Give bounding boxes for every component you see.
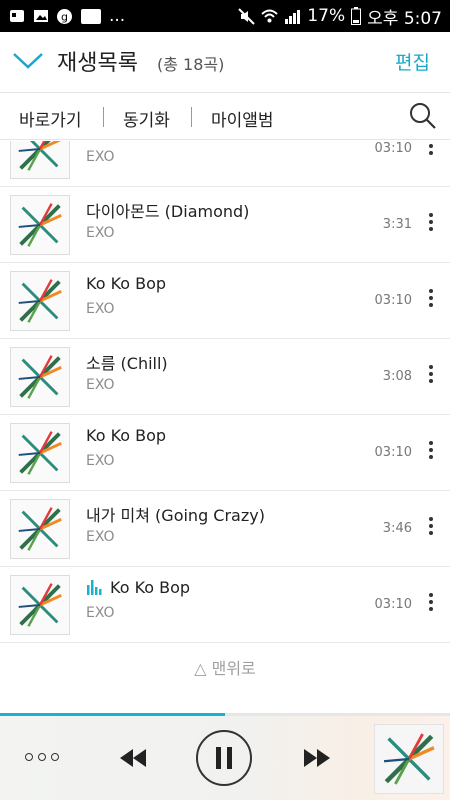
track-artist: EXO [86,301,115,317]
track-duration: 03:10 [374,293,412,308]
wifi-icon [261,8,279,25]
track-duration: 3:31 [382,217,412,232]
mute-icon [238,7,256,25]
track-count: (총 18곡) [157,55,225,74]
track-more-icon[interactable] [427,363,435,387]
album-art-thumbnail [10,575,70,635]
track-more-icon[interactable] [427,591,435,615]
tab-bar: 바로가기 동기화 마이앨범 [0,92,450,140]
previous-icon[interactable] [119,749,147,771]
signal-icon [284,8,301,25]
track-artist: EXO [86,377,115,393]
track-artist: EXO [86,605,115,621]
track-list: Ko Ko Bop EXO 03:10 다이아몬드 (Diamond) EXO 3:31 K… [0,141,450,710]
edit-button[interactable]: 편집 [395,48,430,75]
track-artist: EXO [86,453,115,469]
notification-icon [80,8,102,25]
track-more-icon[interactable] [427,439,435,463]
track-title-text: 다이아몬드 (Diamond) [86,202,250,221]
mini-player [0,716,450,800]
track-more-icon[interactable] [427,141,435,159]
now-playing-album-art[interactable] [374,724,444,794]
track-title: Ko Ko Bop [86,274,166,293]
now-playing-equalizer-icon [87,580,102,595]
track-duration: 03:10 [374,597,412,612]
scroll-to-top-button[interactable]: △ 맨위로 [0,655,450,679]
track-row[interactable]: Ko Ko BopEXO03:10 [0,141,450,187]
g-app-icon: g [56,8,73,25]
photo-icon [8,8,25,25]
tab-my-album[interactable]: 마이앨범 [211,106,274,131]
track-duration: 3:08 [382,369,412,384]
album-art-thumbnail [10,499,70,559]
battery-percent: 17% [307,6,346,26]
track-artist: EXO [86,225,115,241]
tab-divider [191,107,192,127]
track-row[interactable]: 다이아몬드 (Diamond) EXO 3:31 [0,187,450,263]
track-title: Ko Ko Bop [86,578,190,597]
track-title-text: Ko Ko Bop [110,578,191,597]
track-row[interactable]: Ko Ko Bop EXO 03:10 [0,263,450,339]
track-title: 내가 미쳐 (Going Crazy) [86,502,265,526]
album-art-thumbnail [10,195,70,255]
tab-shortcut[interactable]: 바로가기 [19,106,82,131]
clock: 오후 5:07 [367,8,442,29]
collapse-chevron-icon[interactable] [12,50,44,72]
tab-sync[interactable]: 동기화 [123,106,170,131]
track-duration: 03:10 [374,141,412,156]
search-icon[interactable] [408,101,438,131]
track-artist: EXO [86,149,115,165]
track-title-text: Ko Ko Bop [86,274,167,293]
track-more-icon[interactable] [427,211,435,235]
track-title: 소름 (Chill) [86,350,168,374]
page-title: 재생목록 [57,51,138,76]
pause-button[interactable] [196,730,252,786]
track-duration: 03:10 [374,445,412,460]
tab-divider [103,107,104,127]
more-notifications: ... [109,6,126,26]
track-more-icon[interactable] [427,515,435,539]
album-art-thumbnail [10,423,70,483]
track-title: 다이아몬드 (Diamond) [86,198,249,222]
status-bar: g ... 17% 오후 5:07 [0,0,450,32]
album-art-thumbnail [10,271,70,331]
track-title-text: 내가 미쳐 (Going Crazy) [86,506,265,525]
playlist-header: 재생목록 (총 18곡) 편집 [0,32,450,92]
player-more-icon[interactable] [25,753,59,761]
track-title: Ko Ko Bop [86,426,166,445]
svg-text:g: g [61,10,68,23]
next-icon[interactable] [303,749,331,771]
track-row[interactable]: Ko Ko Bop EXO 03:10 [0,567,450,643]
track-title-text: 소름 (Chill) [86,354,168,373]
track-title-text: Ko Ko Bop [86,426,167,445]
track-row[interactable]: Ko Ko Bop EXO 03:10 [0,415,450,491]
album-art-thumbnail [10,141,70,179]
track-artist: EXO [86,529,115,545]
track-more-icon[interactable] [427,287,435,311]
battery-icon [351,7,362,25]
track-row[interactable]: 소름 (Chill) EXO 3:08 [0,339,450,415]
album-art-thumbnail [10,347,70,407]
track-duration: 3:46 [382,521,412,536]
track-row[interactable]: 내가 미쳐 (Going Crazy) EXO 3:46 [0,491,450,567]
gallery-icon [32,8,49,25]
